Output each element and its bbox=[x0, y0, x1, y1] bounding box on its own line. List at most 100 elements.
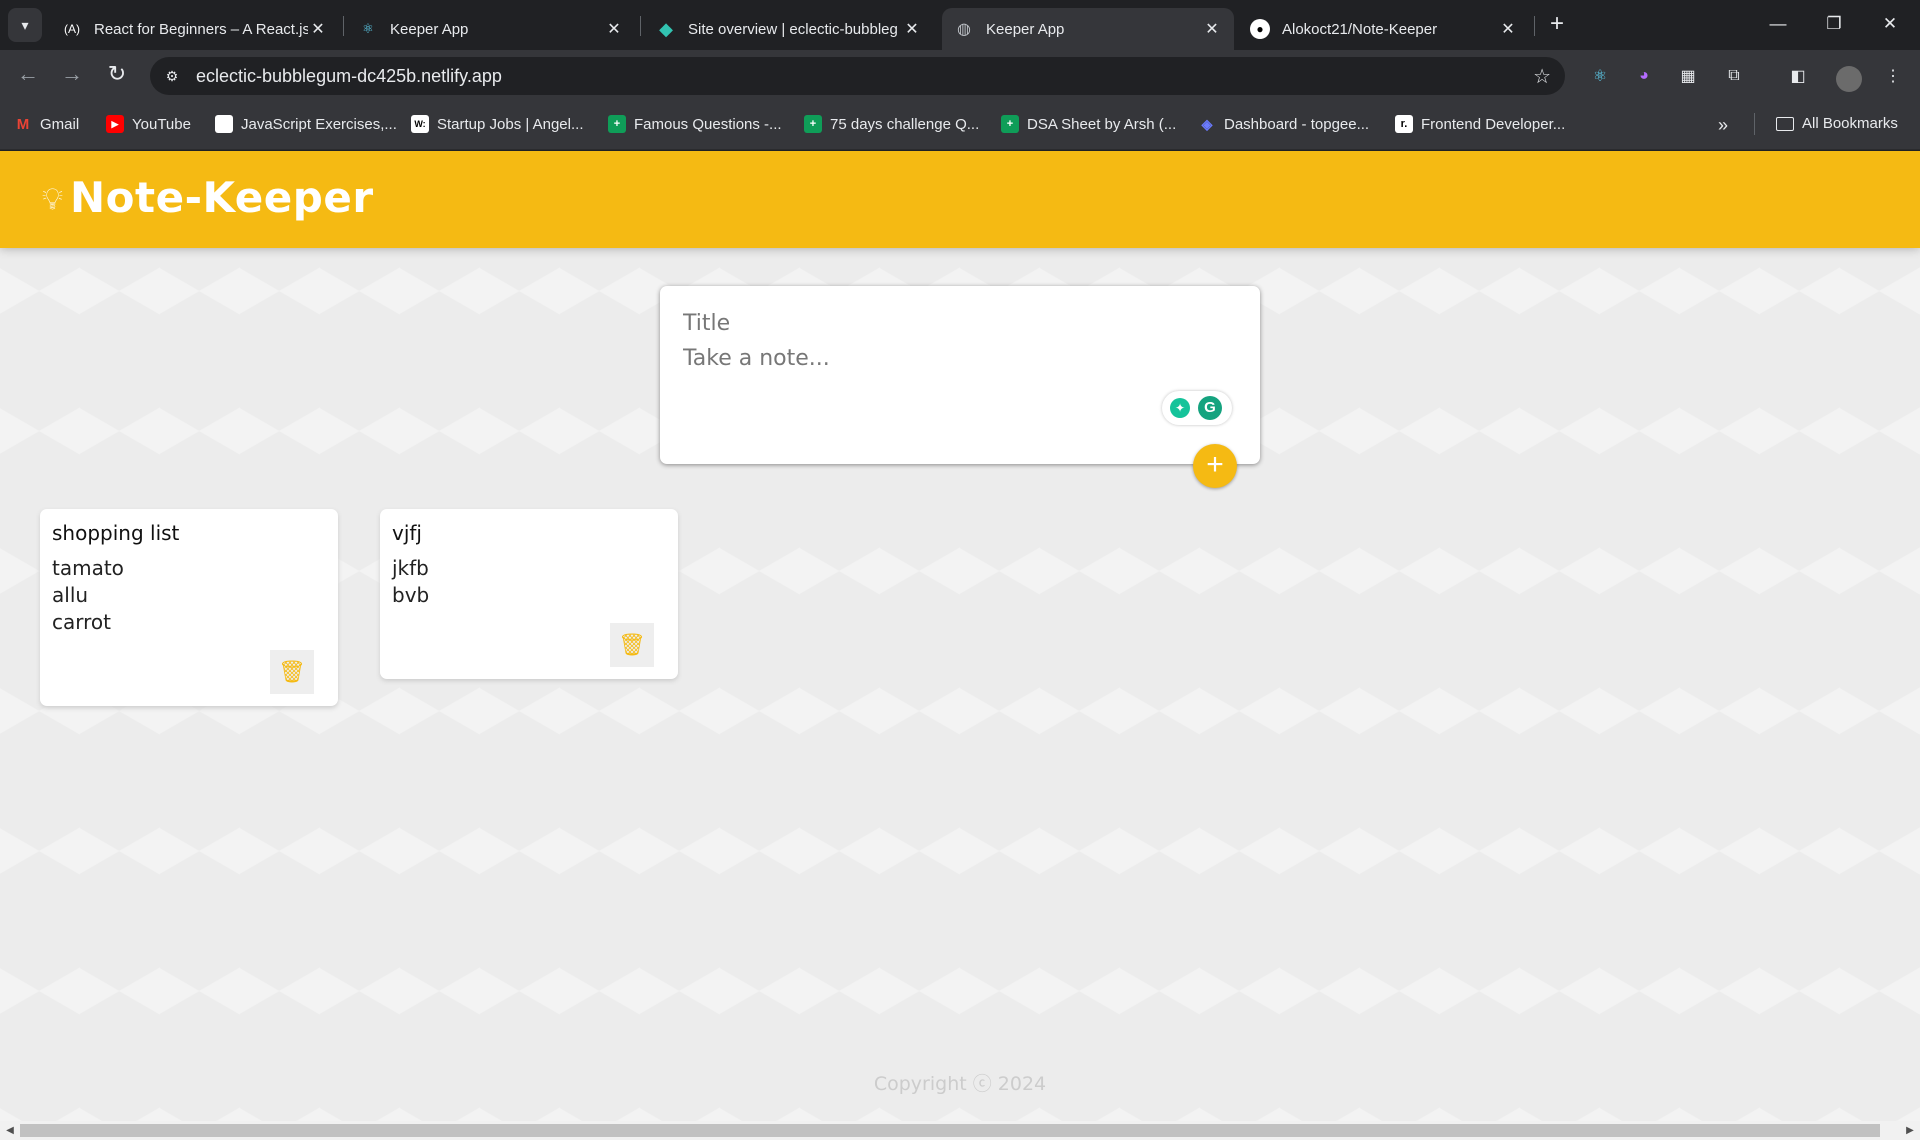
note-card: shopping list tamato allu carrot 🗑︎ bbox=[40, 509, 338, 706]
arrow-left-icon: ← bbox=[17, 61, 39, 86]
page-footer: Copyright ⓒ 2024 bbox=[0, 1069, 1920, 1096]
close-icon[interactable]: ✕ bbox=[1498, 19, 1518, 39]
add-note-button[interactable]: + bbox=[1193, 444, 1237, 488]
plus-icon: + bbox=[1206, 448, 1224, 481]
tab-title: React for Beginners – A React.js bbox=[94, 20, 308, 38]
note-title-input[interactable] bbox=[683, 306, 1233, 340]
bookmark-star-icon[interactable]: ☆ bbox=[1533, 64, 1551, 89]
bookmark-startup-jobs[interactable]: W: Startup Jobs | Angel... bbox=[411, 115, 583, 133]
plus-icon: + bbox=[1549, 10, 1564, 37]
close-window-button[interactable]: ✕ bbox=[1862, 0, 1918, 48]
sheets-icon: + bbox=[608, 115, 626, 133]
tab-search-button[interactable]: ▾ bbox=[8, 8, 42, 42]
note-title: vjfj bbox=[392, 521, 422, 545]
minimize-button[interactable]: — bbox=[1750, 0, 1806, 48]
double-chevron-right-icon: » bbox=[1718, 115, 1729, 135]
note-line: jkfb bbox=[392, 556, 429, 580]
bookmark-label: Frontend Developer... bbox=[1421, 115, 1566, 133]
back-button[interactable]: ← bbox=[12, 59, 44, 91]
close-icon[interactable]: ✕ bbox=[308, 19, 328, 39]
browser-toolbar: ← → ↻ ⚙ eclectic-bubblegum-dc425b.netlif… bbox=[0, 50, 1920, 100]
scroll-right-arrow-icon[interactable]: ▶ bbox=[1902, 1123, 1918, 1138]
app-header: 💡︎ Note-Keeper bbox=[0, 151, 1920, 248]
note-content-input[interactable] bbox=[683, 346, 1233, 386]
tab-keeper-app-1[interactable]: ⚛ Keeper App ✕ bbox=[346, 8, 636, 50]
bookmark-gmail[interactable]: M Gmail bbox=[14, 115, 79, 133]
more-menu-icon[interactable]: ⋮ bbox=[1881, 64, 1905, 88]
extensions-puzzle-icon[interactable]: ⧉ bbox=[1722, 64, 1746, 88]
close-icon[interactable]: ✕ bbox=[604, 19, 624, 39]
reload-icon: ↻ bbox=[107, 61, 127, 86]
react-devtools-icon[interactable]: ⚛ bbox=[1588, 64, 1612, 88]
note-line: tamato bbox=[52, 556, 124, 580]
tab-keeper-app-active[interactable]: ◍ Keeper App ✕ bbox=[942, 8, 1234, 50]
profile-avatar[interactable] bbox=[1836, 66, 1862, 92]
page-viewport: 💡︎ Note-Keeper ✦ G + shopping list tamat… bbox=[0, 151, 1920, 1121]
sheets-icon: + bbox=[1001, 115, 1019, 133]
restore-button[interactable]: ❐ bbox=[1806, 0, 1862, 48]
bookmarks-separator bbox=[1754, 113, 1755, 135]
tab-separator bbox=[1534, 16, 1535, 36]
ai-extension-icon[interactable]: ◕ bbox=[1632, 64, 1656, 88]
site-settings-icon[interactable]: ⚙ bbox=[162, 66, 182, 86]
scrollbar-thumb[interactable] bbox=[20, 1124, 1880, 1137]
bookmarks-bar: M Gmail ▶ YouTube JavaScript Exercises,.… bbox=[0, 100, 1920, 150]
delete-note-button[interactable]: 🗑︎ bbox=[610, 623, 654, 667]
grammarly-icon[interactable]: G bbox=[1198, 396, 1222, 420]
bookmark-dashboard[interactable]: ◈ Dashboard - topgee... bbox=[1198, 115, 1369, 133]
note-line: bvb bbox=[392, 583, 430, 607]
minimize-icon: — bbox=[1769, 14, 1787, 33]
tab-title: Keeper App bbox=[390, 20, 469, 38]
tab-react-beginners[interactable]: (A) React for Beginners – A React.js ✕ bbox=[50, 8, 340, 50]
bookmark-frontend-developer[interactable]: r. Frontend Developer... bbox=[1395, 115, 1565, 133]
note-line: allu bbox=[52, 583, 89, 607]
address-bar[interactable]: ⚙ eclectic-bubblegum-dc425b.netlify.app … bbox=[150, 57, 1565, 95]
side-panel-icon[interactable]: ◧ bbox=[1786, 64, 1810, 88]
chevron-down-icon: ▾ bbox=[21, 16, 29, 33]
reload-button[interactable]: ↻ bbox=[101, 59, 133, 91]
close-icon[interactable]: ✕ bbox=[902, 19, 922, 39]
horizontal-scrollbar[interactable]: ◀ ▶ bbox=[0, 1121, 1920, 1140]
new-tab-button[interactable]: + bbox=[1542, 10, 1572, 40]
all-bookmarks-button[interactable]: All Bookmarks bbox=[1776, 115, 1898, 132]
tab-strip: ▾ (A) React for Beginners – A React.js ✕… bbox=[0, 0, 1920, 50]
tab-netlify-site[interactable]: ◆ Site overview | eclectic-bubbleg ✕ bbox=[644, 8, 934, 50]
more-bookmarks-button[interactable]: » bbox=[1718, 115, 1728, 136]
gmail-icon: M bbox=[16, 115, 30, 133]
trash-icon: 🗑︎ bbox=[618, 632, 646, 657]
bookmark-label: YouTube bbox=[132, 115, 191, 133]
tab-github-repo[interactable]: ● Alokoct21/Note-Keeper ✕ bbox=[1238, 8, 1530, 50]
forward-button[interactable]: → bbox=[56, 59, 88, 91]
bookmark-youtube[interactable]: ▶ YouTube bbox=[106, 115, 191, 133]
note-card: vjfj jkfb bvb 🗑︎ bbox=[380, 509, 678, 679]
close-icon[interactable]: ✕ bbox=[1202, 19, 1222, 39]
react-atom-icon: ⚛ bbox=[362, 21, 374, 36]
bookmark-label: Dashboard - topgee... bbox=[1224, 115, 1370, 133]
bookmark-label: 75 days challenge Q... bbox=[830, 115, 980, 133]
frontend-icon: r. bbox=[1395, 115, 1413, 133]
extension-grid-icon[interactable]: ▦ bbox=[1676, 64, 1700, 88]
scroll-left-arrow-icon[interactable]: ◀ bbox=[2, 1123, 18, 1138]
lightbulb-icon[interactable]: ✦ bbox=[1170, 398, 1190, 418]
bookmark-label: JavaScript Exercises,... bbox=[241, 115, 397, 133]
bookmark-dsa-sheet[interactable]: + DSA Sheet by Arsh (... bbox=[1001, 115, 1176, 133]
tab-separator bbox=[640, 16, 641, 36]
sheets-icon: + bbox=[804, 115, 822, 133]
netlify-icon: ◆ bbox=[659, 18, 673, 39]
app-title: Note-Keeper bbox=[70, 173, 374, 222]
bookmark-famous-questions[interactable]: + Famous Questions -... bbox=[608, 115, 782, 133]
delete-note-button[interactable]: 🗑︎ bbox=[270, 650, 314, 694]
folder-icon bbox=[1776, 116, 1794, 131]
tab-separator bbox=[343, 16, 344, 36]
tab-title: Alokoct21/Note-Keeper bbox=[1282, 20, 1438, 38]
wellfound-icon: W: bbox=[411, 115, 429, 133]
globe-icon: ◍ bbox=[957, 21, 971, 38]
note-title: shopping list bbox=[52, 521, 180, 545]
bookmark-js-exercises[interactable]: JavaScript Exercises,... bbox=[215, 115, 397, 133]
bookmark-label: Startup Jobs | Angel... bbox=[437, 115, 584, 133]
grammarly-widget[interactable]: ✦ G bbox=[1162, 391, 1232, 425]
bookmark-75-days[interactable]: + 75 days challenge Q... bbox=[804, 115, 979, 133]
bookmark-label: Famous Questions -... bbox=[634, 115, 782, 133]
tab-title: Site overview | eclectic-bubbleg bbox=[688, 20, 898, 38]
react-logo-icon: (A) bbox=[64, 22, 80, 36]
